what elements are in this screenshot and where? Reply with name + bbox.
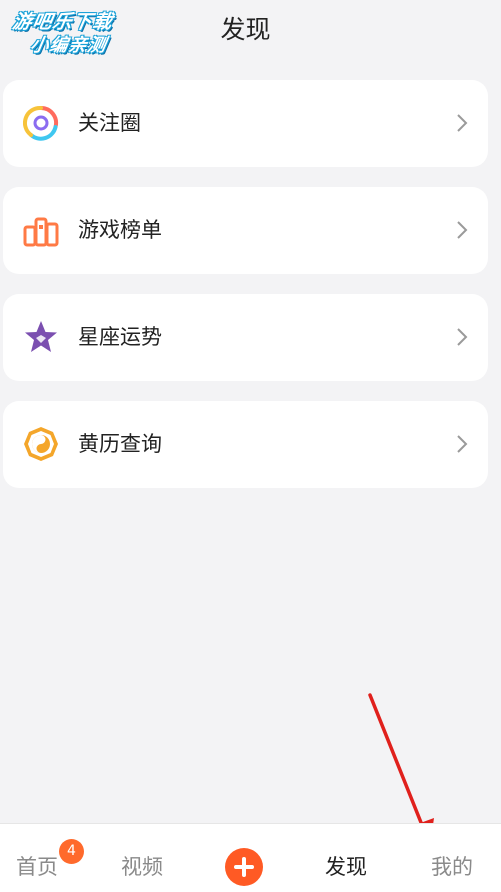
chevron-right-icon xyxy=(457,328,468,346)
menu-item-game-ranking[interactable]: 游戏榜单 xyxy=(3,187,488,274)
discover-menu: 关注圈 游戏榜单 星座运势 黄历查询 xyxy=(3,80,488,508)
notification-badge: 4 xyxy=(59,839,84,864)
follow-circle-icon xyxy=(23,105,59,141)
game-ranking-icon xyxy=(23,217,59,247)
menu-item-label: 游戏榜单 xyxy=(78,218,162,242)
bottom-tab-bar: 首页 4 视频 发现 我的 xyxy=(0,823,501,892)
tab-mine[interactable]: 我的 xyxy=(431,852,473,882)
almanac-bagua-icon xyxy=(24,427,58,461)
chevron-right-icon xyxy=(457,435,468,453)
menu-item-label: 星座运势 xyxy=(78,325,162,349)
menu-item-almanac[interactable]: 黄历查询 xyxy=(3,401,488,488)
menu-item-label: 黄历查询 xyxy=(78,432,162,456)
add-button[interactable] xyxy=(225,848,263,886)
chevron-right-icon xyxy=(457,221,468,239)
menu-item-horoscope[interactable]: 星座运势 xyxy=(3,294,488,381)
chevron-right-icon xyxy=(457,114,468,132)
tab-home[interactable]: 首页 xyxy=(16,852,58,882)
top-bar: 游吧乐下载 小编亲测 发现 xyxy=(0,0,501,62)
page-title: 发现 xyxy=(220,15,271,44)
tab-video[interactable]: 视频 xyxy=(121,852,163,882)
tab-discover[interactable]: 发现 xyxy=(325,852,367,882)
menu-item-label: 关注圈 xyxy=(78,111,141,135)
horoscope-star-icon xyxy=(25,321,57,352)
menu-item-follow-circle[interactable]: 关注圈 xyxy=(3,80,488,167)
